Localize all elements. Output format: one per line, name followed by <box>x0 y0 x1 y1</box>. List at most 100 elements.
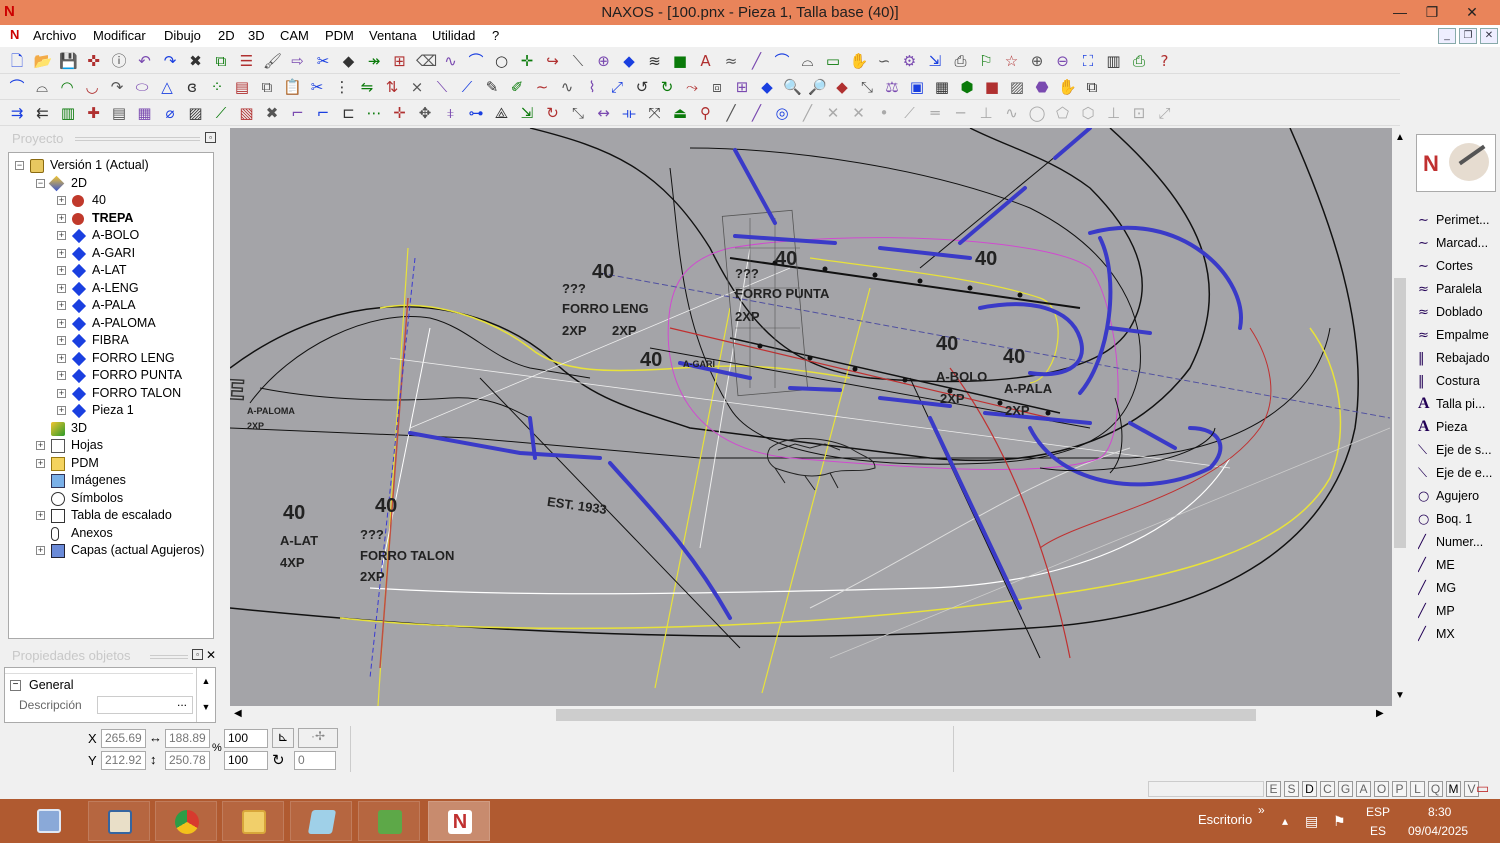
tool-eje-de-e-[interactable]: ⟍ Eje de e... <box>1418 462 1500 484</box>
tool-flip-icon[interactable]: ⇅ <box>383 78 401 96</box>
tool-scale-icon[interactable]: ⤡ <box>858 78 876 96</box>
task-explorer-docs[interactable] <box>88 801 150 841</box>
horizontal-scrollbar[interactable]: ◀ ▶ <box>230 706 1392 724</box>
height-field[interactable]: 250.78 <box>165 751 210 770</box>
tree-node-a-lat[interactable]: + A-LAT <box>9 262 213 279</box>
tool-arcs2-icon[interactable]: ⌓ <box>33 78 51 96</box>
scroll-down-icon[interactable]: ▼ <box>1395 690 1405 701</box>
expand-icon[interactable]: + <box>57 388 66 398</box>
tool-join-icon[interactable]: ⤳ <box>683 78 701 96</box>
tool-c6-icon[interactable]: ✥ <box>416 104 434 122</box>
align-icon[interactable]: ⊾ <box>272 728 294 748</box>
tool-hatch-icon[interactable]: ▤ <box>233 78 251 96</box>
tree-node-forro-talon[interactable]: + FORRO TALON <box>9 385 213 402</box>
tray-time[interactable]: 8:30 <box>1428 805 1451 819</box>
props-scrollbar[interactable]: ▲ ▼ <box>196 668 215 722</box>
tool-undo-icon[interactable]: ↶ <box>136 52 154 70</box>
tool-e19-icon[interactable]: ⤢ <box>1156 104 1174 122</box>
tool-print-icon[interactable]: ⎙ <box>952 52 970 70</box>
tool-e14-icon[interactable]: ◯ <box>1028 104 1046 122</box>
task-green-app[interactable] <box>358 801 420 841</box>
status-key-a[interactable]: A <box>1356 781 1371 797</box>
tool-zoomout-icon[interactable]: ⊖ <box>1054 52 1072 70</box>
tool-arcs4-icon[interactable]: ◡ <box>83 78 101 96</box>
tool-box-icon[interactable]: ■ <box>983 78 1001 96</box>
panel-grip[interactable] <box>150 655 188 659</box>
tree-node-40[interactable]: +40 <box>9 192 213 209</box>
move-origin-icon[interactable]: ·✢ <box>298 728 338 748</box>
tool-wave2-icon[interactable]: ∼ <box>533 78 551 96</box>
tree-node-a-paloma[interactable]: + A-PALOMA <box>9 315 213 332</box>
tool-agujero[interactable]: ○ Agujero <box>1418 485 1500 507</box>
tree-node-2d[interactable]: − 2D <box>9 175 213 192</box>
tool-dia-icon[interactable]: ◆ <box>758 78 776 96</box>
tool-delete-icon[interactable]: ✖ <box>187 52 205 70</box>
tool-c1-icon[interactable]: ⌐ <box>289 104 307 122</box>
panel-float-icon[interactable]: ▫ <box>205 132 216 143</box>
menu-pdm[interactable]: PDM <box>325 28 354 43</box>
tool-paste-icon[interactable]: 📋 <box>283 78 302 96</box>
tree-node-anexos[interactable]: Anexos <box>9 525 213 542</box>
expand-icon[interactable]: + <box>57 318 66 328</box>
expand-icon[interactable]: + <box>57 266 66 275</box>
tool-b6-icon[interactable]: ▦ <box>136 104 154 122</box>
tool-c10-icon[interactable]: ⇲ <box>518 104 536 122</box>
tool-cortes[interactable]: ∼ Cortes <box>1418 255 1500 277</box>
tool-mp[interactable]: ╱ MP <box>1418 600 1500 622</box>
tool-printer-icon[interactable]: ⎙ <box>1130 52 1148 70</box>
tool-wave-icon[interactable]: ≈ <box>722 52 740 70</box>
tool-flag-icon[interactable]: ⚐ <box>977 52 995 70</box>
menu-modificar[interactable]: Modificar <box>93 28 146 43</box>
tool-d5-icon[interactable]: ⏏ <box>671 104 689 122</box>
tool-c4-icon[interactable]: ⋯ <box>365 104 383 122</box>
tree-node-im-genes[interactable]: Imágenes <box>9 472 213 489</box>
tool-curve2-icon[interactable]: ∽ <box>875 52 893 70</box>
tool-cross-icon[interactable]: ✛ <box>518 52 536 70</box>
scale-x-field[interactable]: 100 <box>224 729 268 748</box>
panel-grip[interactable] <box>75 137 200 141</box>
tool-img-icon[interactable]: ▨ <box>1008 78 1026 96</box>
tool-b7-icon[interactable]: ⌀ <box>161 104 179 122</box>
tool-circle-icon[interactable]: ○ <box>493 52 511 70</box>
menu-3d[interactable]: 3D <box>248 28 265 43</box>
tool-hand-icon[interactable]: ✋ <box>850 52 869 70</box>
tree-node-tabla-de-escalado[interactable]: + Tabla de escalado <box>9 507 213 524</box>
tool-c11-icon[interactable]: ↻ <box>544 104 562 122</box>
expand-icon[interactable]: + <box>36 546 45 555</box>
tool-copy-icon[interactable]: ⧉ <box>212 52 230 70</box>
tool-d1-icon[interactable]: ⤡ <box>569 104 587 122</box>
tree-node-a-leng[interactable]: + A-LENG <box>9 280 213 297</box>
tree-node-pdm[interactable]: + PDM <box>9 455 213 472</box>
tool-e11-icon[interactable]: ─ <box>952 104 970 122</box>
tool-rot1-icon[interactable]: ↺ <box>633 78 651 96</box>
tool-trim-icon[interactable]: ⨯ <box>408 78 426 96</box>
tool-e16-icon[interactable]: ⬡ <box>1079 104 1097 122</box>
tool-help-icon[interactable]: ? <box>1156 52 1174 70</box>
tool-costura[interactable]: ‖ Costura <box>1418 370 1500 392</box>
angle-field[interactable]: 0 <box>294 751 336 770</box>
tool-curve3-icon[interactable]: ∿ <box>558 78 576 96</box>
expand-icon[interactable]: + <box>57 353 66 363</box>
tool-curve-icon[interactable]: ∿ <box>442 52 460 70</box>
task-naxos[interactable]: N <box>428 801 490 841</box>
tool-line-icon[interactable]: ⟍ <box>569 52 587 70</box>
tool-info-icon[interactable]: ⓘ <box>110 52 128 70</box>
tool-b9-icon[interactable]: ⟋ <box>212 104 230 122</box>
tool-pen2-icon[interactable]: ✐ <box>508 78 526 96</box>
tool-move-icon[interactable]: ◆ <box>340 52 358 70</box>
tool-perimet-[interactable]: ∼ Perimet... <box>1418 209 1500 231</box>
tool-grid2-icon[interactable]: ⊞ <box>733 78 751 96</box>
tool-empalme[interactable]: ≈ Empalme <box>1418 324 1500 346</box>
tree-node-3d[interactable]: 3D <box>9 420 213 437</box>
tool-fit-icon[interactable]: ⛶ <box>1079 52 1097 70</box>
tool-c3-icon[interactable]: ⊏ <box>340 104 358 122</box>
vscroll-thumb[interactable] <box>1394 278 1406 548</box>
tool-b10-icon[interactable]: ▧ <box>238 104 256 122</box>
tool-tool-icon[interactable]: ⚙ <box>901 52 919 70</box>
tray-keyboard[interactable]: ES <box>1370 824 1386 838</box>
tool-ellipse-icon[interactable]: ⬭ <box>133 78 151 96</box>
expand-icon[interactable]: + <box>57 213 66 223</box>
menu-cam[interactable]: CAM <box>280 28 309 43</box>
tool-numer-[interactable]: ╱ Numer... <box>1418 531 1500 553</box>
tool-line3-icon[interactable]: ⟋ <box>458 78 476 96</box>
